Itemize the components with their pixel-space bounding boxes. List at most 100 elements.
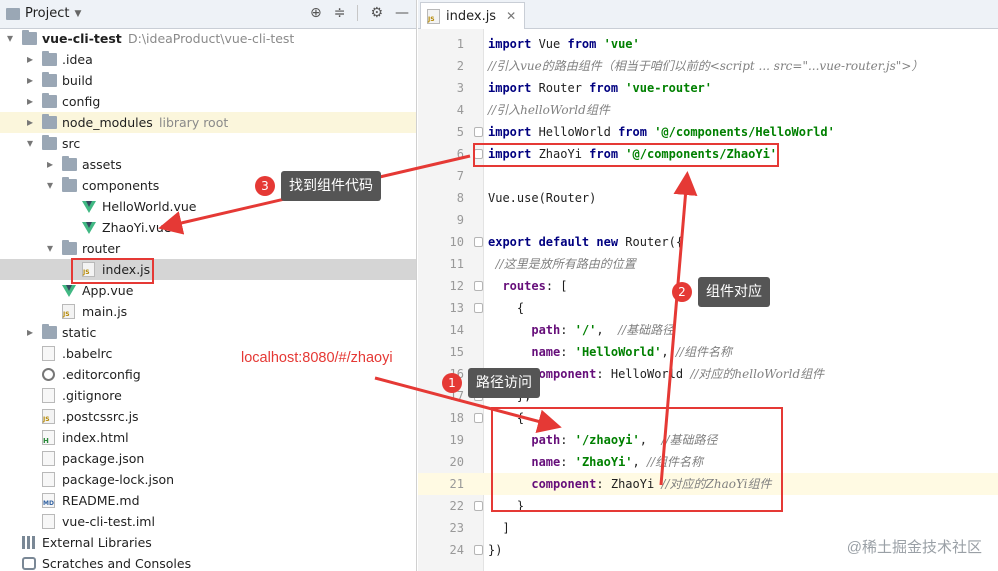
tree-item[interactable]: vue-cli-test.iml (0, 511, 416, 532)
chevron-right-icon[interactable]: ▸ (24, 91, 36, 112)
folder-icon (62, 240, 77, 255)
chevron-down-icon[interactable]: ▾ (4, 28, 16, 49)
tab-index-js[interactable]: index.js ✕ (420, 2, 526, 29)
tree-item-label: HelloWorld.vue (102, 199, 197, 214)
tree-item[interactable]: App.vue (0, 280, 416, 301)
callout-3-text: 找到组件代码 (281, 171, 381, 201)
project-panel-title: Project (25, 6, 70, 21)
tree-item[interactable]: .gitignore (0, 385, 416, 406)
code-line[interactable]: 9 (418, 209, 998, 231)
folder-icon (42, 114, 57, 129)
hide-panel-icon[interactable]: — (395, 5, 409, 21)
tree-item[interactable]: index.html (0, 427, 416, 448)
config-file-icon (42, 368, 55, 381)
tree-item-label: assets (82, 157, 122, 172)
chevron-right-icon[interactable]: ▸ (24, 322, 36, 343)
chevron-right-icon[interactable]: ▸ (24, 49, 36, 70)
chevron-right-icon[interactable]: ▸ (44, 154, 56, 175)
line-number: 22 (449, 499, 464, 513)
tree-item[interactable]: ZhaoYi.vue (0, 217, 416, 238)
code-text: export default new Router({ (488, 231, 683, 253)
chevron-down-icon[interactable]: ▾ (44, 175, 56, 196)
tree-item[interactable]: ▾ router (0, 238, 416, 259)
chevron-down-icon: ▼ (74, 8, 82, 19)
line-number: 7 (456, 169, 464, 183)
tree-item[interactable]: .postcssrc.js (0, 406, 416, 427)
line-number: 11 (449, 257, 464, 271)
code-text: import Router from 'vue-router' (488, 77, 712, 99)
chevron-right-icon[interactable]: ▸ (24, 112, 36, 133)
tree-item[interactable]: ▸ build (0, 70, 416, 91)
line-number: 15 (449, 345, 464, 359)
code-line[interactable]: 2 //引入vue的路由组件（相当于咱们以前的<script ... src=".… (418, 55, 998, 77)
folder-icon (42, 72, 57, 87)
line-number: 3 (456, 81, 464, 95)
code-token: HelloWorld (531, 125, 619, 139)
chevron-down-icon[interactable]: ▾ (44, 238, 56, 259)
tree-item[interactable]: README.md (0, 490, 416, 511)
code-token: Vue.use(Router) (488, 191, 597, 205)
tree-item[interactable]: package-lock.json (0, 469, 416, 490)
code-token: path (531, 323, 561, 337)
callout-3-badge: 3 (255, 176, 275, 196)
tree-item[interactable]: ▸ .idea (0, 49, 416, 70)
code-line[interactable]: 10 export default new Router({ (418, 231, 998, 253)
highlight-box-index-js (71, 258, 154, 284)
file-icon (42, 472, 55, 487)
line-number: 4 (456, 103, 464, 117)
tree-item[interactable]: ▾ vue-cli-test D:\ideaProduct\vue-cli-test (0, 28, 416, 49)
js-file-icon (62, 304, 75, 319)
code-line[interactable]: 5 import HelloWorld from '@/components/He… (418, 121, 998, 143)
tree-item[interactable]: ▸ config (0, 91, 416, 112)
url-annotation: localhost:8080/#/zhaoyi (241, 350, 393, 366)
code-token: 'HelloWorld' (574, 345, 662, 359)
fold-marker-icon[interactable] (474, 127, 483, 137)
project-view-selector[interactable]: Project ▼ (6, 6, 81, 21)
close-icon[interactable]: ✕ (506, 9, 516, 23)
code-token: Vue (531, 37, 568, 51)
tree-item[interactable]: .editorconfig (0, 364, 416, 385)
code-line[interactable]: 14 path: '/', //基础路径 (418, 319, 998, 341)
tree-item-label: src (62, 136, 81, 151)
tree-item[interactable]: ▸ static (0, 322, 416, 343)
line-number: 9 (456, 213, 464, 227)
tree-item[interactable]: index.js (0, 259, 416, 280)
tree-item[interactable]: Scratches and Consoles (0, 553, 416, 571)
vue-file-icon (82, 201, 96, 213)
tree-item[interactable]: ▾ src (0, 133, 416, 154)
code-line[interactable]: 7 (418, 165, 998, 187)
locate-icon[interactable]: ⊕ (310, 5, 322, 21)
chevron-down-icon[interactable]: ▾ (24, 133, 36, 154)
code-token: //基础路径 (618, 323, 675, 337)
collapse-all-icon[interactable]: ≑ (334, 5, 346, 21)
code-line[interactable]: 3 import Router from 'vue-router' (418, 77, 998, 99)
tree-item-label: components (82, 178, 160, 193)
fold-marker-icon[interactable] (474, 501, 483, 511)
code-line[interactable]: 8 Vue.use(Router) (418, 187, 998, 209)
tree-item[interactable]: main.js (0, 301, 416, 322)
chevron-right-icon[interactable]: ▸ (24, 70, 36, 91)
code-token: : HelloWorld (596, 367, 691, 381)
code-line[interactable]: 1 import Vue from 'vue' (418, 33, 998, 55)
line-number: 21 (449, 477, 464, 491)
tree-item[interactable]: ▸ node_modules library root (0, 112, 416, 133)
fold-marker-icon[interactable] (474, 413, 483, 423)
fold-marker-icon[interactable] (474, 545, 483, 555)
tree-item-label: router (82, 241, 121, 256)
tree-item[interactable]: package.json (0, 448, 416, 469)
tree-item-label: config (62, 94, 101, 109)
tree-item-label: .editorconfig (62, 367, 141, 382)
code-line[interactable]: 4 //引入helloWorld组件 (418, 99, 998, 121)
gear-icon[interactable]: ⚙ (370, 5, 383, 21)
watermark: @稀土掘金技术社区 (847, 536, 982, 557)
code-text: path: '/', //基础路径 (488, 319, 674, 341)
fold-marker-icon[interactable] (474, 303, 483, 313)
tree-item-label: index.html (62, 430, 129, 445)
tree-item[interactable]: External Libraries (0, 532, 416, 553)
fold-marker-icon[interactable] (474, 281, 483, 291)
code-line[interactable]: 15 name: 'HelloWorld', //组件名称 (418, 341, 998, 363)
code-line[interactable]: 11 //这里是放所有路由的位置 (418, 253, 998, 275)
library-icon (22, 536, 36, 549)
fold-marker-icon[interactable] (474, 237, 483, 247)
code-token: 'vue-router' (625, 81, 712, 95)
